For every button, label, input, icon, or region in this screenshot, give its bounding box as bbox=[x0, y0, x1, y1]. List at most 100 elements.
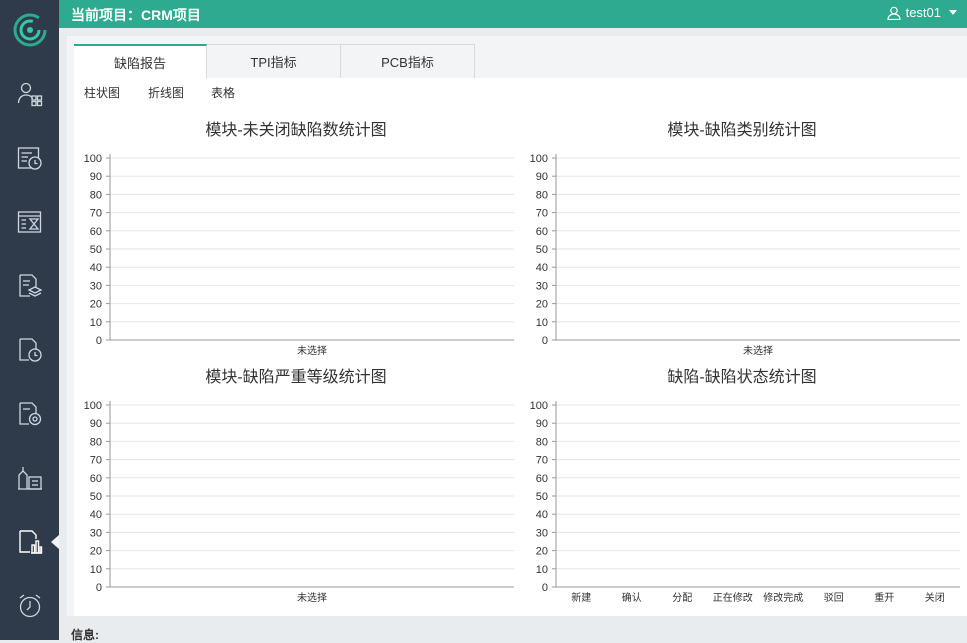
y-tick-label: 70 bbox=[90, 208, 102, 220]
info-label: 信息: bbox=[71, 628, 99, 642]
y-tick-label: 60 bbox=[536, 226, 548, 238]
x-tick-label: 未选择 bbox=[743, 344, 773, 357]
x-tick-label: 新建 bbox=[571, 591, 591, 604]
y-tick-label: 70 bbox=[536, 455, 548, 467]
building-icon bbox=[17, 467, 42, 490]
y-tick-label: 60 bbox=[90, 473, 102, 485]
hourglass-icon bbox=[17, 211, 41, 233]
sidebar bbox=[0, 0, 59, 640]
tab-defect-report[interactable]: 缺陷报告 bbox=[74, 44, 207, 78]
layers-icon bbox=[18, 274, 42, 297]
y-tick-label: 90 bbox=[90, 418, 102, 430]
username: test01 bbox=[905, 5, 941, 20]
sidebar-item-layers[interactable] bbox=[0, 254, 59, 318]
user-menu[interactable]: test01 bbox=[886, 5, 957, 20]
y-tick-label: 30 bbox=[536, 280, 548, 292]
alarm-clock-icon bbox=[19, 594, 40, 618]
y-tick-label: 100 bbox=[84, 153, 102, 165]
y-tick-label: 0 bbox=[542, 335, 548, 347]
y-tick-label: 20 bbox=[536, 299, 548, 311]
tab-bar: 缺陷报告 TPI指标 PCB指标 bbox=[74, 44, 967, 78]
y-tick-label: 60 bbox=[536, 473, 548, 485]
user-icon bbox=[886, 6, 901, 20]
y-tick-label: 10 bbox=[90, 564, 102, 576]
y-tick-label: 30 bbox=[90, 527, 102, 539]
report-panel: 缺陷报告 TPI指标 PCB指标 柱状图 折线图 表格 模块-未关闭缺陷数统计图… bbox=[67, 36, 967, 616]
view-bar-chart[interactable]: 柱状图 bbox=[84, 84, 120, 101]
y-tick-label: 40 bbox=[90, 262, 102, 274]
x-tick-label: 关闭 bbox=[925, 591, 945, 604]
y-tick-label: 100 bbox=[530, 400, 548, 412]
y-tick-label: 90 bbox=[536, 418, 548, 430]
x-tick-label: 确认 bbox=[622, 591, 642, 604]
y-tick-label: 60 bbox=[90, 226, 102, 238]
y-tick-label: 90 bbox=[536, 171, 548, 183]
sidebar-item-bar-report[interactable] bbox=[0, 510, 59, 574]
view-line-chart[interactable]: 折线图 bbox=[148, 84, 184, 101]
chevron-down-icon bbox=[949, 10, 957, 15]
sidebar-item-alarm[interactable] bbox=[0, 574, 59, 638]
document-gear-icon bbox=[18, 402, 41, 426]
y-tick-label: 80 bbox=[536, 189, 548, 201]
y-tick-label: 20 bbox=[90, 546, 102, 558]
app-logo[interactable] bbox=[0, 0, 59, 60]
x-tick-label: 未选择 bbox=[297, 344, 327, 357]
document-clock-icon bbox=[18, 338, 42, 362]
y-tick-label: 40 bbox=[536, 262, 548, 274]
chart-svg: 0 10 20 30 40 50 60 70 80 90 100 未选择 bbox=[530, 153, 960, 357]
y-tick-label: 20 bbox=[536, 546, 548, 558]
y-tick-label: 10 bbox=[90, 317, 102, 329]
y-tick-label: 50 bbox=[90, 244, 102, 256]
x-tick-label: 修改完成 bbox=[763, 591, 803, 604]
chart-module-defect-severity: 模块-缺陷严重等级统计图 0 10 20 30 40 50 60 70 80 90 100 未选择 bbox=[76, 363, 516, 604]
current-project-label: 当前项目：CRM项目 bbox=[71, 7, 201, 23]
y-tick-label: 100 bbox=[530, 153, 548, 165]
sidebar-item-users[interactable] bbox=[0, 62, 59, 126]
sidebar-item-document-clock[interactable] bbox=[0, 318, 59, 382]
x-tick-label: 重开 bbox=[874, 591, 894, 604]
y-tick-label: 80 bbox=[536, 436, 548, 448]
y-tick-label: 0 bbox=[542, 582, 548, 594]
y-tick-label: 50 bbox=[536, 244, 548, 256]
x-tick-label: 正在修改 bbox=[713, 591, 753, 604]
y-tick-label: 0 bbox=[96, 582, 102, 594]
y-tick-label: 80 bbox=[90, 189, 102, 201]
sidebar-item-document-gear[interactable] bbox=[0, 382, 59, 446]
y-tick-label: 10 bbox=[536, 317, 548, 329]
y-tick-label: 30 bbox=[90, 280, 102, 292]
chart-module-open-defects: 模块-未关闭缺陷数统计图 0 10 20 30 40 50 60 70 80 90 100 未选择 bbox=[76, 116, 516, 357]
y-tick-label: 70 bbox=[536, 208, 548, 220]
sidebar-item-hourglass[interactable] bbox=[0, 190, 59, 254]
y-tick-label: 100 bbox=[84, 400, 102, 412]
y-tick-label: 0 bbox=[96, 335, 102, 347]
tab-pcb[interactable]: PCB指标 bbox=[341, 44, 475, 78]
y-tick-label: 40 bbox=[90, 509, 102, 521]
chart-svg: 0 10 20 30 40 50 60 70 80 90 100 未选择 bbox=[84, 400, 514, 604]
schedule-icon bbox=[17, 147, 42, 170]
chart-svg: 0 10 20 30 40 50 60 70 80 90 100 新建 确认 分配 正在修改 修改完成 驳回 重开… bbox=[530, 400, 960, 604]
top-bar: 当前项目：CRM项目 test01 bbox=[59, 0, 967, 28]
sidebar-item-building[interactable] bbox=[0, 446, 59, 510]
chart-module-defect-category: 模块-缺陷类别统计图 0 10 20 30 40 50 60 70 80 90 100 未选择 bbox=[522, 116, 962, 357]
logo-icon bbox=[13, 13, 46, 47]
sidebar-item-schedule[interactable] bbox=[0, 126, 59, 190]
y-tick-label: 80 bbox=[90, 436, 102, 448]
x-tick-label: 驳回 bbox=[824, 592, 844, 604]
y-tick-label: 20 bbox=[90, 299, 102, 311]
x-tick-label: 未选择 bbox=[297, 591, 327, 604]
users-icon bbox=[17, 82, 42, 107]
x-tick-label: 分配 bbox=[672, 592, 692, 604]
y-tick-label: 10 bbox=[536, 564, 548, 576]
y-tick-label: 30 bbox=[536, 527, 548, 539]
chart-svg: 0 10 20 30 40 50 60 70 80 90 100 未选择 bbox=[84, 153, 514, 357]
bar-report-icon bbox=[18, 530, 42, 554]
chart-defect-status: 缺陷-缺陷状态统计图 0 10 20 30 40 50 60 70 80 90 100 新建 确认 分配正… bbox=[522, 363, 962, 604]
tab-tpi[interactable]: TPI指标 bbox=[207, 44, 341, 78]
y-tick-label: 70 bbox=[90, 455, 102, 467]
y-tick-label: 50 bbox=[536, 491, 548, 503]
view-table[interactable]: 表格 bbox=[211, 84, 235, 101]
y-tick-label: 90 bbox=[90, 171, 102, 183]
y-tick-label: 50 bbox=[90, 491, 102, 503]
active-indicator bbox=[51, 535, 59, 549]
y-tick-label: 40 bbox=[536, 509, 548, 521]
